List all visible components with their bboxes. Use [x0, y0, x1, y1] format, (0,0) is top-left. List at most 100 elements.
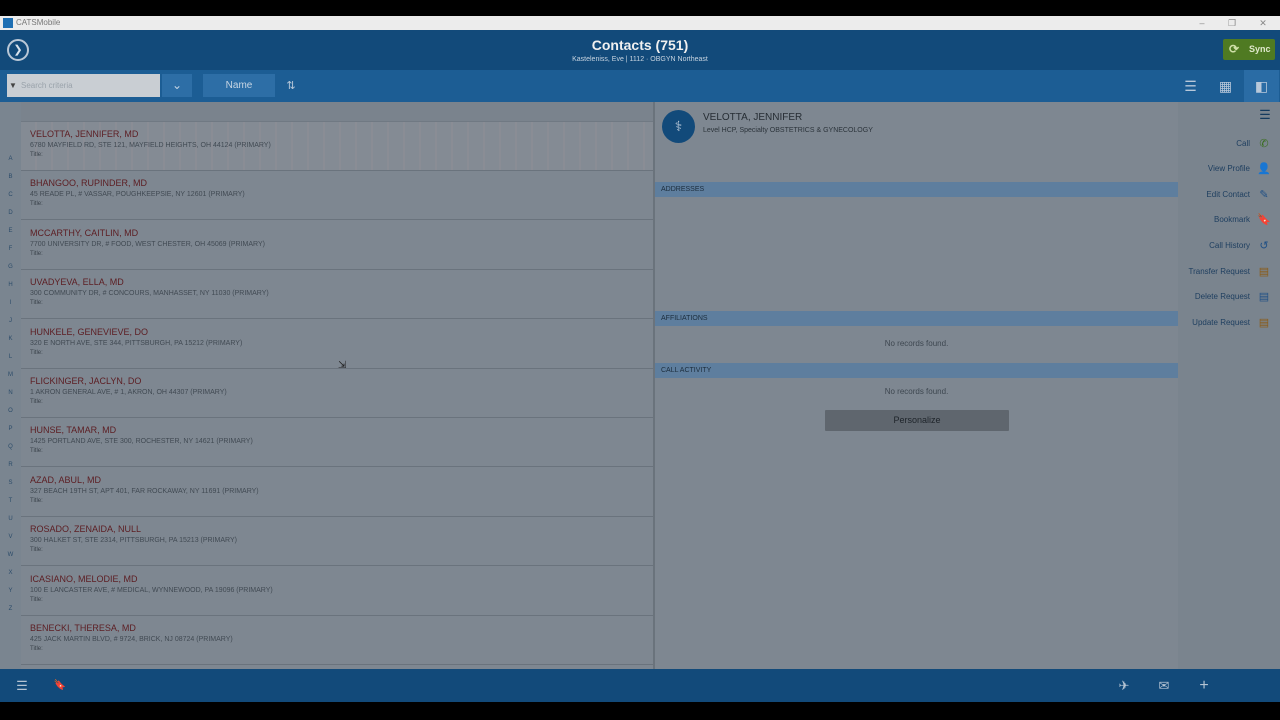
minimize-icon[interactable]: –	[1192, 16, 1212, 30]
contact-row[interactable]: FLICKINGER, JACLYN, DO 1 AKRON GENERAL AV…	[21, 369, 653, 418]
contact-title: Title:	[30, 201, 43, 208]
index-letter-v[interactable]: V	[0, 534, 21, 540]
index-letter-s[interactable]: S	[0, 480, 21, 486]
index-letter-a[interactable]: A	[0, 156, 21, 162]
delete-request-action[interactable]: Delete Request ▤	[1178, 287, 1280, 307]
contact-row[interactable]: AZAD, ABUL, MD 327 BEACH 19TH ST, APT 401…	[21, 468, 653, 517]
index-letter-n[interactable]: N	[0, 390, 21, 396]
bookmark-icon[interactable]: 🔖	[51, 677, 69, 695]
contact-address: 320 E NORTH AVE, STE 344, PITTSBURGH, PA…	[30, 339, 243, 347]
contact-title: Title:	[30, 300, 43, 307]
call-history-icon: ↺	[1259, 240, 1269, 252]
sync-button[interactable]: ⟳ Sync	[1223, 39, 1275, 60]
index-letter-k[interactable]: K	[0, 336, 21, 342]
index-letter-g[interactable]: G	[0, 264, 21, 270]
window-titlebar: CATSMobile – ❐ ✕	[0, 16, 1280, 30]
sort-field-button[interactable]: Name	[203, 74, 275, 97]
call-history-action[interactable]: Call History ↺	[1178, 236, 1280, 256]
index-letter-r[interactable]: R	[0, 462, 21, 468]
delete-request-label: Delete Request	[1194, 292, 1250, 301]
index-letter-q[interactable]: Q	[0, 444, 21, 450]
add-icon[interactable]: +	[1195, 677, 1213, 695]
sync-icon: ⟳	[1229, 42, 1240, 56]
call-label: Call	[1236, 139, 1250, 148]
filter-icon: ▼	[9, 81, 17, 90]
index-letter-i[interactable]: I	[0, 300, 21, 306]
contact-name: FLICKINGER, JACLYN, DO	[30, 376, 142, 386]
transfer-request-action[interactable]: Transfer Request ▤	[1178, 262, 1280, 282]
list-icon[interactable]: ☰	[13, 677, 31, 695]
contact-name: AZAD, ABUL, MD	[30, 474, 102, 485]
contact-row[interactable]: UVADYEVA, ELLA, MD 300 COMMUNITY DR, # CO…	[21, 270, 653, 320]
call-history-label: Call History	[1209, 241, 1250, 250]
contact-name: MCCARTHY, CAITLIN, MD	[30, 227, 139, 238]
contact-title: Title:	[30, 646, 43, 652]
update-request-action[interactable]: Update Request ▤	[1178, 313, 1280, 333]
contact-row[interactable]: VELOTTA, JENNIFER, MD 6780 MAYFIELD RD, S…	[21, 122, 653, 171]
view-profile-action[interactable]: View Profile 👤	[1178, 159, 1280, 179]
sort-order-icon[interactable]: ⇅	[283, 78, 299, 94]
index-letter-z[interactable]: Z	[0, 606, 21, 612]
affiliations-empty: No records found.	[884, 339, 949, 348]
contact-address: 425 JACK MARTIN BLVD, # 9724, BRICK, NJ …	[30, 636, 233, 643]
index-letter-h[interactable]: H	[0, 282, 21, 288]
list-view-icon[interactable]: ☰	[1173, 70, 1208, 102]
call-action[interactable]: Call ✆	[1178, 134, 1280, 154]
index-letter-p[interactable]: P	[0, 426, 21, 432]
contact-list: VELOTTA, JENNIFER, MD 6780 MAYFIELD RD, S…	[21, 102, 653, 669]
close-icon[interactable]: ✕	[1253, 16, 1273, 30]
index-letter-y[interactable]: Y	[0, 588, 21, 594]
toolbar: ▼ Search criteria ⌄ Name ⇅ ☰ ▦ ◧	[0, 70, 1280, 102]
contact-address: 7700 UNIVERSITY DR, # FOOD, WEST CHESTER…	[30, 240, 265, 248]
index-letter-x[interactable]: X	[0, 570, 21, 576]
index-letter-j[interactable]: J	[0, 318, 21, 324]
app-window: CATSMobile – ❐ ✕ ❯ Contacts (751) Kastel…	[0, 0, 1280, 720]
index-letter-o[interactable]: O	[0, 408, 21, 414]
bookmark-action[interactable]: Bookmark 🔖	[1178, 210, 1280, 230]
contact-address: 1425 PORTLAND AVE, STE 300, ROCHESTER, N…	[30, 438, 253, 446]
page-subtitle: Kasteleniss, Eve | 1112 · OBGYN Northeas…	[572, 56, 708, 63]
contact-name: BENECKI, THERESA, MD	[30, 623, 136, 633]
contact-address: 300 HALKET ST, STE 2314, PITTSBURGH, PA …	[30, 537, 237, 545]
alphabet-index: A B C D E F G H I J K L M N O P Q R S T U V W X Y Z	[0, 102, 21, 669]
search-dropdown-button[interactable]: ⌄	[162, 74, 192, 97]
index-letter-d[interactable]: D	[0, 210, 21, 216]
addresses-section-header: ADDRESSES	[655, 182, 1178, 197]
personalize-button[interactable]: Personalize	[825, 410, 1009, 431]
mail-icon[interactable]: ✉	[1155, 677, 1173, 695]
restore-icon[interactable]: ❐	[1222, 16, 1242, 30]
index-letter-u[interactable]: U	[0, 516, 21, 522]
call-icon: ✆	[1259, 138, 1269, 150]
contact-row[interactable]: MCCARTHY, CAITLIN, MD 7700 UNIVERSITY DR,…	[21, 221, 653, 270]
contact-name: VELOTTA, JENNIFER, MD	[30, 129, 139, 139]
contact-row[interactable]: ICASIANO, MELODIE, MD 100 E LANCASTER AVE…	[21, 567, 653, 616]
edit-contact-action[interactable]: Edit Contact ✎	[1178, 185, 1280, 205]
contact-row[interactable]: BENECKI, THERESA, MD 425 JACK MARTIN BLVD…	[21, 616, 653, 665]
search-input[interactable]: ▼ Search criteria	[7, 74, 160, 97]
index-letter-t[interactable]: T	[0, 498, 21, 504]
contact-title: Title:	[30, 547, 43, 554]
grid-view-icon[interactable]: ▦	[1208, 70, 1243, 102]
contact-row[interactable]: ROSADO, ZENAIDA, NULL 300 HALKET ST, STE …	[21, 517, 653, 567]
contact-row[interactable]: HUNKELE, GENEVIEVE, DO 320 E NORTH AVE, S…	[21, 320, 653, 369]
contact-title: Title:	[30, 448, 43, 455]
app-header: ❯ Contacts (751) Kasteleniss, Eve | 1112…	[0, 30, 1280, 70]
split-view-icon[interactable]: ◧	[1244, 70, 1279, 102]
contact-name: ROSADO, ZENAIDA, NULL	[30, 524, 142, 535]
index-letter-c[interactable]: C	[0, 192, 21, 198]
index-letter-m[interactable]: M	[0, 372, 21, 378]
contact-avatar-icon: ⚕	[662, 110, 695, 143]
edit-contact-label: Edit Contact	[1206, 190, 1250, 199]
route-icon[interactable]: ✈	[1115, 677, 1133, 695]
action-panel: ☰ Call ✆ View Profile 👤 Edit Contact ✎ Bookmar…	[1178, 102, 1280, 669]
index-letter-e[interactable]: E	[0, 228, 21, 234]
index-letter-l[interactable]: L	[0, 354, 21, 360]
index-letter-b[interactable]: B	[0, 174, 21, 180]
contact-row[interactable]: HUNSE, TAMAR, MD 1425 PORTLAND AVE, STE 3…	[21, 418, 653, 468]
contact-row[interactable]: BHANGOO, RUPINDER, MD 45 READE PL, # VASS…	[21, 171, 653, 221]
index-letter-f[interactable]: F	[0, 246, 21, 252]
contact-address: 6780 MAYFIELD RD, STE 121, MAYFIELD HEIG…	[30, 142, 271, 149]
hamburger-menu-icon[interactable]: ☰	[1256, 107, 1274, 123]
sync-label: Sync	[1249, 44, 1271, 54]
index-letter-w[interactable]: W	[0, 552, 21, 558]
